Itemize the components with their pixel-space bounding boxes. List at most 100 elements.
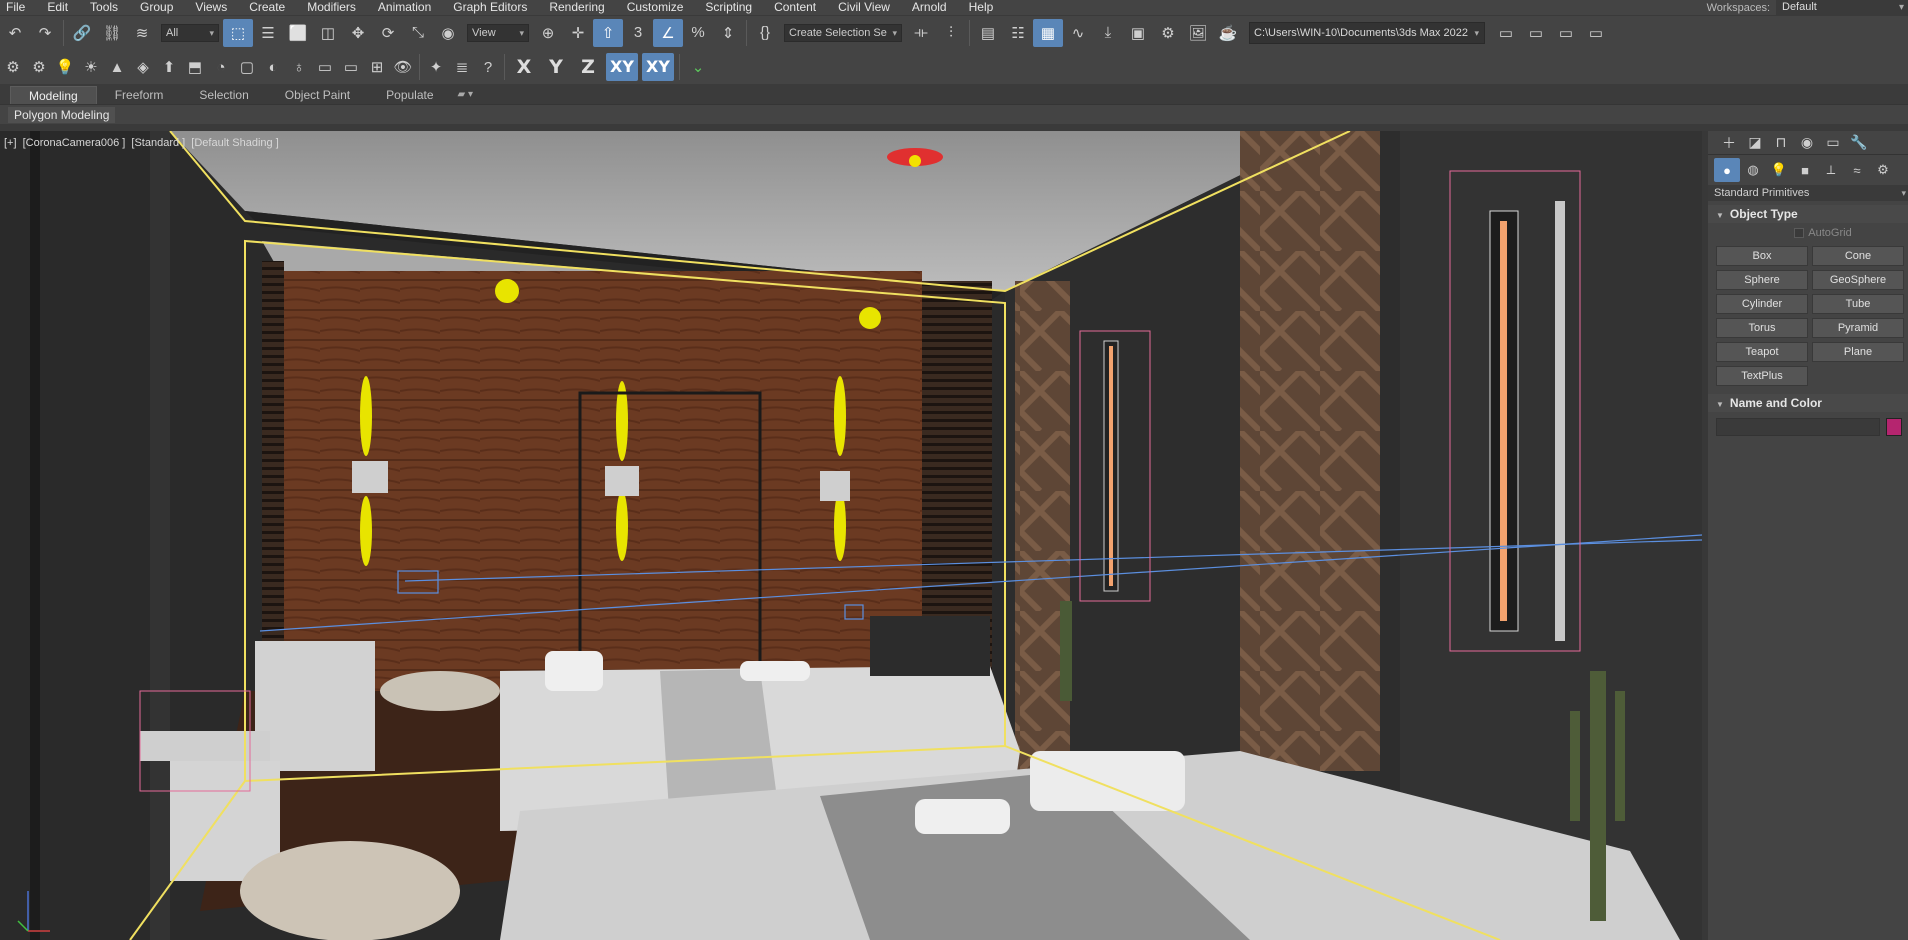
corona-bitmap-icon[interactable]: ◐ — [260, 53, 286, 81]
corona-camera-icon[interactable]: ▢ — [234, 53, 260, 81]
corona-lightbulb-icon[interactable]: ♁ — [286, 53, 312, 81]
hierarchy-tab-icon[interactable]: ⊓ — [1768, 134, 1794, 151]
menu-animation[interactable]: Animation — [367, 0, 442, 15]
create-tab-icon[interactable]: ＋ — [1716, 133, 1742, 153]
axis-y-button[interactable]: Y — [540, 56, 572, 78]
cameras-icon[interactable]: ■ — [1792, 158, 1818, 182]
menu-modifiers[interactable]: Modifiers — [296, 0, 367, 15]
menu-scripting[interactable]: Scripting — [694, 0, 763, 15]
new-project-icon[interactable]: ▭ — [1581, 19, 1611, 47]
tube-button[interactable]: Tube — [1812, 294, 1904, 314]
viewport-label[interactable]: [+] [CoronaCamera006 ] [Standard ] [Defa… — [4, 137, 282, 149]
autogrid-checkbox[interactable]: AutoGrid — [1738, 223, 1908, 243]
teapot-button[interactable]: Teapot — [1716, 342, 1808, 362]
edit-named-selection-icon[interactable]: {} — [750, 19, 780, 47]
corona-slicer-icon[interactable]: ⬒ — [182, 53, 208, 81]
utilities-tab-icon[interactable]: 🔧 — [1846, 134, 1872, 151]
modify-tab-icon[interactable]: ◪ — [1742, 134, 1768, 151]
primitive-type-dropdown[interactable]: Standard Primitives — [1708, 185, 1908, 201]
ribbon-toggle-icon[interactable]: ▦ — [1033, 18, 1063, 47]
shapes-icon[interactable]: ◍ — [1740, 158, 1766, 182]
object-type-rollout[interactable]: ▼ Object Type — [1708, 205, 1908, 223]
corona-proxy-icon[interactable]: ⬆ — [156, 53, 182, 81]
tab-populate[interactable]: Populate — [368, 86, 451, 104]
rendered-frame-icon[interactable]: 🖼 — [1183, 19, 1213, 47]
axis-x-button[interactable]: X — [508, 56, 540, 78]
corona-sun-icon[interactable]: ☀ — [78, 53, 104, 81]
viewport-camera-label[interactable]: [CoronaCamera006 ] — [23, 137, 126, 149]
render-setup-icon[interactable]: ⚙ — [1153, 19, 1183, 47]
torus-button[interactable]: Torus — [1716, 318, 1808, 338]
select-scale-icon[interactable]: ⤡ — [403, 19, 433, 47]
cylinder-button[interactable]: Cylinder — [1716, 294, 1808, 314]
select-move-icon[interactable]: ✥ — [343, 19, 373, 47]
workspace-dropdown[interactable]: Default — [1776, 0, 1908, 15]
select-manipulate-icon[interactable]: ✛ — [563, 19, 593, 47]
menu-group[interactable]: Group — [129, 0, 184, 15]
object-name-input[interactable] — [1716, 418, 1880, 436]
textplus-button[interactable]: TextPlus — [1716, 366, 1808, 386]
list-tool-icon[interactable]: ≣ — [449, 53, 475, 81]
percent-snap-icon[interactable]: % — [683, 19, 713, 47]
help-icon[interactable]: ? — [475, 53, 501, 81]
corona-scatter-icon[interactable]: ▲ — [104, 53, 130, 81]
select-rotate-icon[interactable]: ⟳ — [373, 19, 403, 47]
systems-icon[interactable]: ⚙ — [1870, 158, 1896, 182]
space-warps-icon[interactable]: ≈ — [1844, 158, 1870, 182]
tab-object-paint[interactable]: Object Paint — [267, 86, 368, 104]
select-object-icon[interactable]: ⬚ — [223, 18, 253, 47]
menu-tools[interactable]: Tools — [79, 0, 129, 15]
open-folder-icon[interactable]: ▭ — [1521, 19, 1551, 47]
pivot-center-icon[interactable]: ⊕ — [533, 19, 563, 47]
project-path-field[interactable]: C:\Users\WIN-10\Documents\3ds Max 2022 — [1249, 21, 1485, 44]
link-icon[interactable]: 🔗 — [67, 19, 97, 47]
axis-xy-button[interactable]: XY — [606, 53, 638, 81]
viewport-camera[interactable]: [+] [CoronaCamera006 ] [Standard ] [Defa… — [0, 131, 1702, 940]
bind-space-warp-icon[interactable]: ≋ — [127, 19, 157, 47]
unlink-icon[interactable]: ⛓ — [97, 19, 127, 47]
tab-selection[interactable]: Selection — [181, 86, 266, 104]
object-color-swatch[interactable] — [1886, 418, 1902, 436]
menu-file[interactable]: File — [0, 0, 36, 15]
plane-button[interactable]: Plane — [1812, 342, 1904, 362]
corona-material-icon[interactable]: ◈ — [130, 53, 156, 81]
viewport-menu-label[interactable]: [+] — [4, 137, 17, 149]
scene-explorer-icon[interactable]: ▤ — [973, 19, 1003, 47]
axis-z-button[interactable]: Z — [572, 56, 604, 78]
tab-freeform[interactable]: Freeform — [97, 86, 182, 104]
corona-light-icon[interactable]: 💡 — [52, 53, 78, 81]
polygon-modeling-button[interactable]: Polygon Modeling — [8, 107, 116, 123]
menu-rendering[interactable]: Rendering — [538, 0, 615, 15]
box-button[interactable]: Box — [1716, 246, 1808, 266]
angle-snap-icon[interactable]: ∠ — [653, 18, 683, 47]
layer-explorer-icon[interactable]: ☷ — [1003, 19, 1033, 47]
undo-icon[interactable]: ↶ — [0, 19, 30, 47]
helpers-icon[interactable]: ⟂ — [1818, 158, 1844, 182]
select-by-name-icon[interactable]: ☰ — [253, 19, 283, 47]
scatter-tool-icon[interactable]: ✦ — [423, 53, 449, 81]
select-place-icon[interactable]: ◉ — [433, 19, 463, 47]
cone-button[interactable]: Cone — [1812, 246, 1904, 266]
viewport-mode-label[interactable]: [Standard ] — [131, 137, 185, 149]
sphere-button[interactable]: Sphere — [1716, 270, 1808, 290]
pyramid-button[interactable]: Pyramid — [1812, 318, 1904, 338]
spinner-snap-icon[interactable]: ⇕ — [713, 19, 743, 47]
schematic-view-icon[interactable]: ⤓ — [1093, 19, 1123, 47]
window-crossing-icon[interactable]: ◫ — [313, 19, 343, 47]
menu-arnold[interactable]: Arnold — [901, 0, 958, 15]
ribbon-options-icon[interactable]: ▰ ▾ — [452, 86, 480, 104]
display-tab-icon[interactable]: ▭ — [1820, 134, 1846, 151]
redo-icon[interactable]: ↷ — [30, 19, 60, 47]
geometry-icon[interactable]: ● — [1714, 158, 1740, 182]
menu-create[interactable]: Create — [238, 0, 296, 15]
rectangular-selection-icon[interactable]: ⬜ — [283, 19, 313, 47]
reference-coord-dropdown[interactable]: View — [467, 23, 529, 42]
menu-civil-view[interactable]: Civil View — [827, 0, 901, 15]
menu-help[interactable]: Help — [958, 0, 1005, 15]
name-color-rollout[interactable]: ▼ Name and Color — [1708, 394, 1908, 412]
tab-modeling[interactable]: Modeling — [10, 86, 97, 104]
named-selection-dropdown[interactable]: Create Selection Se — [784, 23, 902, 42]
material-editor-icon[interactable]: ▣ — [1123, 19, 1153, 47]
curve-editor-icon[interactable]: ∿ — [1063, 19, 1093, 47]
keyboard-shortcut-override-icon[interactable]: ⇧ — [593, 18, 623, 47]
